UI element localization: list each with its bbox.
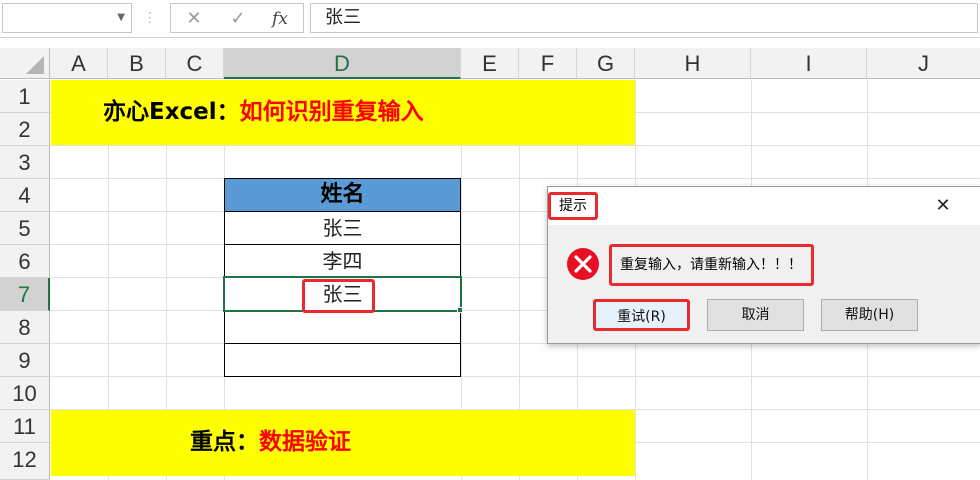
duplicate-highlight-box (302, 279, 375, 313)
table-cell[interactable]: 李四 (224, 244, 461, 278)
formula-input[interactable]: 张三 (310, 3, 978, 33)
banner-prefix: 重点： (190, 429, 259, 455)
column-header-g[interactable]: G (577, 48, 635, 79)
column-header-e[interactable]: E (461, 48, 519, 79)
gridline (50, 178, 980, 179)
dialog-title: 提示 (548, 192, 598, 220)
row-header-3[interactable]: 3 (0, 146, 50, 179)
row-header-2[interactable]: 2 (0, 113, 50, 146)
fill-handle[interactable] (457, 307, 463, 313)
row-header-4[interactable]: 4 (0, 179, 50, 212)
column-header-c[interactable]: C (166, 48, 224, 79)
table-cell[interactable] (224, 343, 461, 377)
column-header-f[interactable]: F (519, 48, 577, 79)
column-header-b[interactable]: B (108, 48, 166, 79)
row-header-12[interactable]: 12 (0, 443, 50, 480)
formula-buttons: ✕ ✓ fx (170, 3, 304, 33)
row-header-11[interactable]: 11 (0, 410, 50, 443)
formula-bar: ▼ ⋮ ✕ ✓ fx 张三 (0, 0, 980, 38)
insert-function-icon[interactable]: fx (265, 4, 295, 32)
banner-highlight: 如何识别重复输入 (239, 99, 424, 125)
row-header-8[interactable]: 8 (0, 311, 50, 344)
drag-handle-icon[interactable]: ⋮ (140, 3, 160, 33)
banner-highlight: 数据验证 (259, 429, 351, 455)
table-cell[interactable] (224, 310, 461, 344)
chevron-down-icon[interactable]: ▼ (117, 12, 125, 23)
column-header-h[interactable]: H (635, 48, 751, 79)
error-icon (567, 248, 599, 280)
row-header-6[interactable]: 6 (0, 245, 50, 278)
name-box[interactable]: ▼ (2, 3, 132, 33)
column-header-i[interactable]: I (751, 48, 867, 79)
retry-button[interactable]: 重试(R) (593, 299, 690, 331)
row-header-9[interactable]: 9 (0, 344, 50, 377)
column-header-j[interactable]: J (867, 48, 980, 79)
select-all-icon (26, 56, 44, 74)
help-button[interactable]: 帮助(H) (821, 299, 918, 331)
row-header-5[interactable]: 5 (0, 212, 50, 245)
key-point-banner[interactable]: 重点：数据验证 (51, 410, 635, 476)
column-header-d[interactable]: D (224, 48, 461, 79)
cancel-button[interactable]: 取消 (707, 299, 804, 331)
banner-prefix: 亦心Excel： (103, 99, 240, 125)
cancel-icon[interactable]: ✕ (179, 4, 209, 32)
close-icon[interactable]: ✕ (928, 193, 958, 219)
table-header[interactable]: 姓名 (224, 178, 461, 212)
table-cell[interactable]: 张三 (224, 211, 461, 245)
dialog-message: 重复输入，请重新输入！！！ (609, 244, 814, 286)
error-dialog: 提示 ✕ 重复输入，请重新输入！！！ 重试(R) 取消 帮助(H) (547, 186, 980, 344)
column-header-a[interactable]: A (50, 48, 108, 79)
gridline (50, 145, 980, 146)
row-header-1[interactable]: 1 (0, 80, 50, 113)
row-header-7[interactable]: 7 (0, 278, 50, 311)
row-header-10[interactable]: 10 (0, 377, 50, 410)
enter-icon[interactable]: ✓ (223, 4, 253, 32)
title-banner[interactable]: 亦心Excel：如何识别重复输入 (51, 80, 635, 145)
gridline (50, 376, 980, 377)
select-all-button[interactable] (0, 48, 50, 79)
